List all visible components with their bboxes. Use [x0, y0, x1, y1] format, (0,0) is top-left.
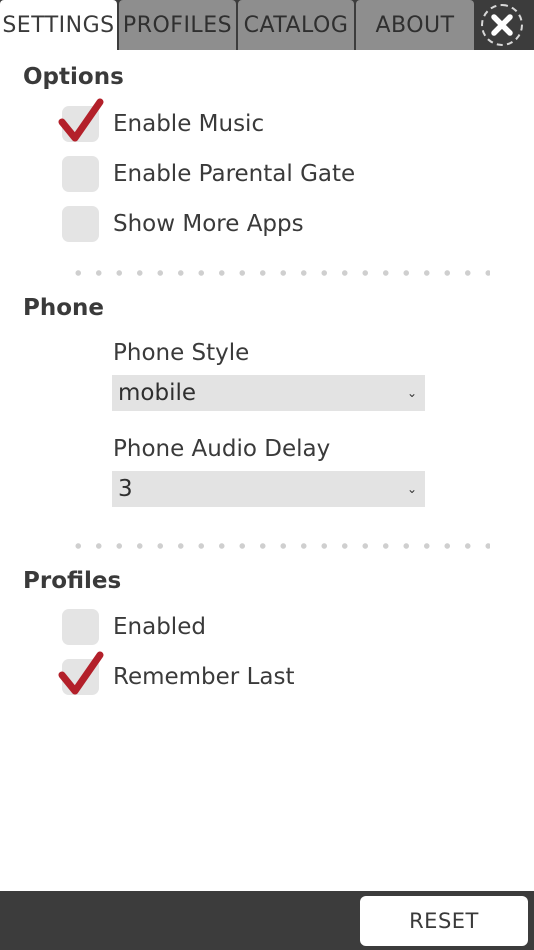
- phone-audio-delay-value: 3: [118, 476, 133, 502]
- enable-parental-gate-checkbox[interactable]: [62, 156, 99, 192]
- phone-style-value: mobile: [118, 380, 197, 406]
- enable-parental-gate-row[interactable]: Enable Parental Gate: [62, 156, 355, 192]
- tab-about[interactable]: ABOUT: [356, 0, 474, 50]
- remember-last-label: Remember Last: [113, 664, 295, 690]
- close-button[interactable]: [481, 4, 523, 46]
- close-x-icon: [491, 14, 513, 36]
- reset-button[interactable]: RESET: [360, 896, 528, 946]
- show-more-apps-label: Show More Apps: [113, 211, 304, 237]
- enable-music-label: Enable Music: [113, 111, 265, 137]
- tab-catalog[interactable]: CATALOG: [238, 0, 354, 50]
- tab-settings[interactable]: SETTINGS: [0, 0, 117, 50]
- profiles-enabled-label: Enabled: [113, 614, 206, 640]
- tab-bar: SETTINGS PROFILES CATALOG ABOUT: [0, 0, 534, 50]
- enable-music-checkbox[interactable]: [58, 98, 104, 142]
- enable-parental-gate-label: Enable Parental Gate: [113, 161, 356, 187]
- chevron-down-icon: ⌄: [406, 386, 417, 400]
- show-more-apps-row[interactable]: Show More Apps: [62, 206, 304, 242]
- phone-section-title: Phone: [23, 295, 105, 321]
- remember-last-checkbox[interactable]: [58, 651, 104, 695]
- show-more-apps-checkbox[interactable]: [62, 206, 99, 242]
- checkmark-icon: [58, 651, 104, 695]
- enable-music-row[interactable]: Enable Music: [58, 98, 265, 142]
- phone-audio-delay-select[interactable]: 3 ⌄: [112, 471, 425, 507]
- chevron-down-icon: ⌄: [406, 482, 417, 496]
- profiles-section-title: Profiles: [23, 568, 122, 594]
- phone-style-select[interactable]: mobile ⌄: [112, 375, 425, 411]
- remember-last-row[interactable]: Remember Last: [58, 651, 295, 695]
- section-divider: [68, 543, 490, 549]
- checkmark-icon: [58, 98, 104, 142]
- profiles-enabled-row[interactable]: Enabled: [62, 609, 206, 645]
- phone-style-label: Phone Style: [113, 340, 250, 366]
- profiles-enabled-checkbox[interactable]: [62, 609, 99, 645]
- bottom-bar: RESET: [0, 891, 534, 950]
- options-section-title: Options: [23, 64, 124, 90]
- phone-audio-delay-label: Phone Audio Delay: [113, 436, 331, 462]
- section-divider: [68, 270, 490, 276]
- tab-profiles[interactable]: PROFILES: [119, 0, 236, 50]
